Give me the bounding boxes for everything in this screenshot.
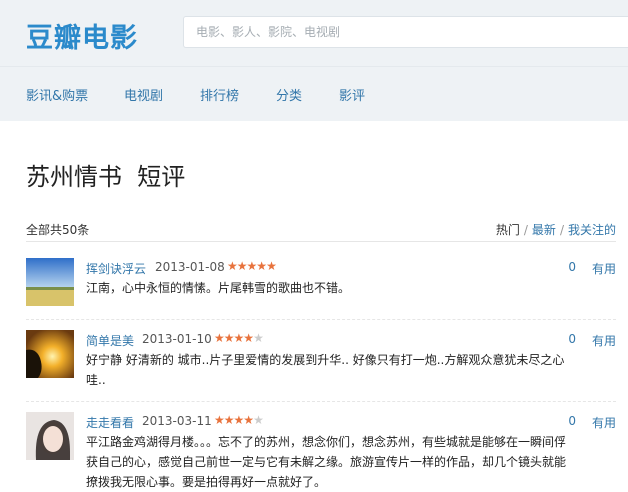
useful-button[interactable]: 有用 xyxy=(592,414,616,431)
review-author[interactable]: 走走看看 xyxy=(86,414,134,431)
sort-latest[interactable]: 最新 xyxy=(532,223,556,237)
nav-item-reviews[interactable]: 影评 xyxy=(339,85,365,104)
site-header: 豆瓣电影 影讯&购票 电视剧 排行榜 分类 影评 xyxy=(0,0,628,121)
nav-item-charts[interactable]: 排行榜 xyxy=(200,85,239,104)
avatar[interactable] xyxy=(26,412,74,460)
nav-item-showtimes[interactable]: 影讯&购票 xyxy=(26,85,88,104)
review-content: 平江路金鸡湖得月楼。。。忘不了的苏州，想念你们，想念苏州，有些城就是能够在一瞬间… xyxy=(86,435,567,489)
star-filled-icon: ★ xyxy=(223,413,235,427)
star-empty-icon: ★ xyxy=(253,413,264,427)
review-content: 好宁静 好清新的 城市..片子里爱情的发展到升华.. 好像只有打一炮..方解观众… xyxy=(86,353,565,387)
page-title: 苏州情书 短评 xyxy=(26,163,186,191)
nav-item-tv[interactable]: 电视剧 xyxy=(124,85,163,104)
sort-separator: / xyxy=(559,223,564,237)
star-filled-icon: ★ xyxy=(256,259,267,273)
star-filled-icon: ★ xyxy=(236,259,248,273)
douban-movie-logo[interactable]: 豆瓣电影 xyxy=(26,16,138,55)
nav-item-categories[interactable]: 分类 xyxy=(276,85,302,104)
review-content: 江南，心中永恒的情愫。片尾韩雪的歌曲也不错。 xyxy=(86,281,351,295)
star-rating: ★★★★★ xyxy=(214,331,264,345)
review-divider xyxy=(26,401,616,402)
review-date: 2013-01-10 xyxy=(142,332,212,346)
useful-count: 0 xyxy=(568,414,576,428)
avatar[interactable] xyxy=(26,330,74,378)
main-nav: 影讯&购票 电视剧 排行榜 分类 影评 xyxy=(0,66,628,122)
star-filled-icon: ★ xyxy=(233,413,245,427)
star-filled-icon: ★ xyxy=(227,259,238,273)
avatar[interactable] xyxy=(26,258,74,306)
review-item: 走走看看 2013-03-11 ★★★★★ 0 有用 平江路金鸡湖得月楼。。。忘… xyxy=(26,412,616,489)
review-item: 简单是美 2013-01-10 ★★★★★ 0 有用 好宁静 好清新的 城市..… xyxy=(26,330,616,402)
star-rating: ★★★★★ xyxy=(214,413,264,427)
search-input[interactable] xyxy=(183,16,628,48)
star-rating: ★★★★★ xyxy=(227,259,277,273)
star-filled-icon: ★ xyxy=(266,259,277,273)
comment-count: 全部共50条 xyxy=(26,223,90,237)
sort-hot[interactable]: 热门 xyxy=(496,223,520,237)
review-author[interactable]: 挥剑诀浮云 xyxy=(86,260,146,277)
star-filled-icon: ★ xyxy=(243,413,254,427)
useful-count: 0 xyxy=(568,260,576,274)
star-empty-icon: ★ xyxy=(253,331,264,345)
star-filled-icon: ★ xyxy=(214,413,225,427)
star-filled-icon: ★ xyxy=(233,331,245,345)
list-divider xyxy=(26,241,616,242)
sort-following[interactable]: 我关注的 xyxy=(568,223,616,237)
sort-options: 热门 / 最新 / 我关注的 xyxy=(496,221,616,238)
star-filled-icon: ★ xyxy=(214,331,225,345)
review-author[interactable]: 简单是美 xyxy=(86,332,134,349)
star-filled-icon: ★ xyxy=(243,331,254,345)
star-filled-icon: ★ xyxy=(223,331,235,345)
review-date: 2013-03-11 xyxy=(142,414,212,428)
useful-count: 0 xyxy=(568,332,576,346)
useful-button[interactable]: 有用 xyxy=(592,332,616,349)
useful-button[interactable]: 有用 xyxy=(592,260,616,277)
sort-separator: / xyxy=(523,223,528,237)
star-filled-icon: ★ xyxy=(246,259,258,273)
review-date: 2013-01-08 xyxy=(155,260,225,274)
review-item: 挥剑诀浮云 2013-01-08 ★★★★★ 0 有用 江南，心中永恒的情愫。片… xyxy=(26,258,616,320)
review-divider xyxy=(26,319,616,320)
